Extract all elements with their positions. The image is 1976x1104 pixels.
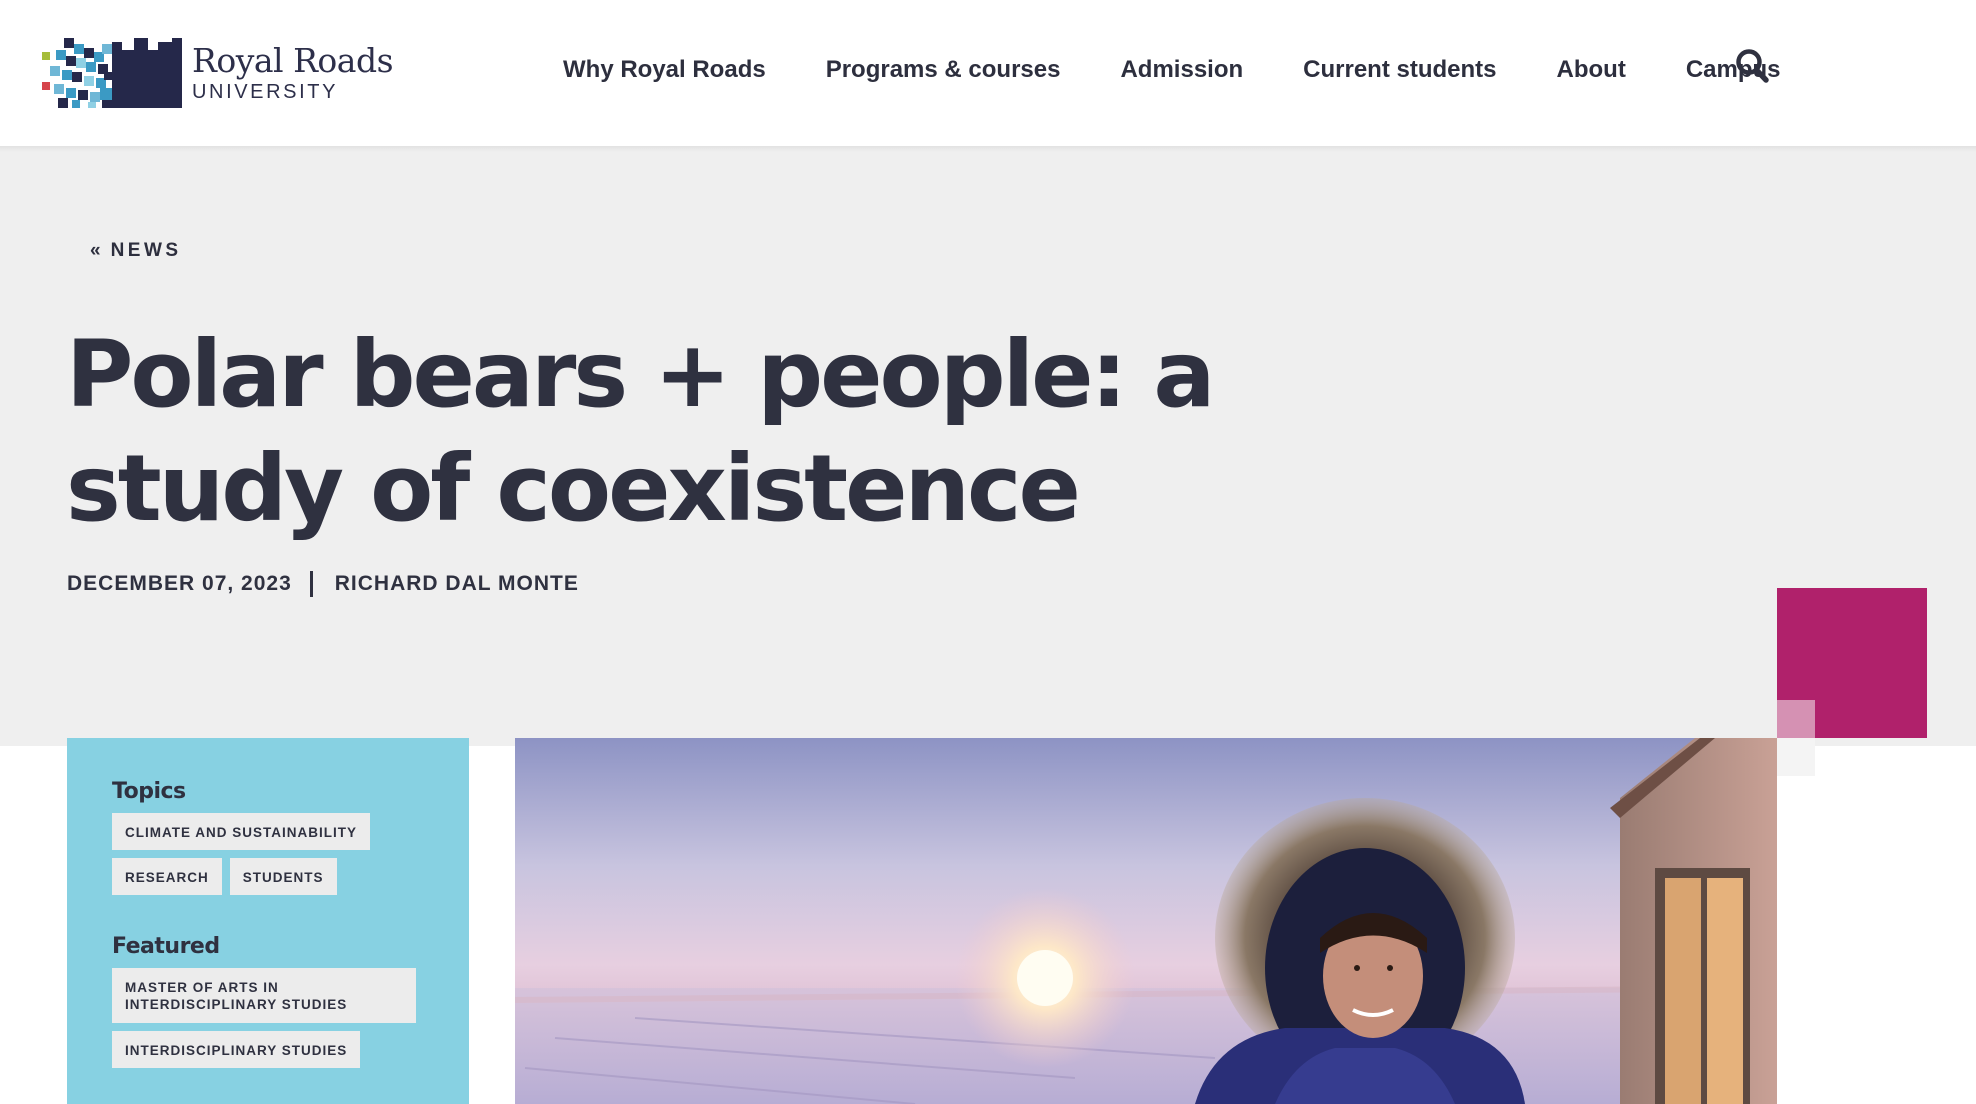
tag-interdisciplinary-studies[interactable]: INTERDISCIPLINARY STUDIES	[112, 1031, 361, 1068]
site-header: Royal Roads UNIVERSITY Why Royal Roads P…	[0, 0, 1976, 146]
tag-students[interactable]: STUDENTS	[229, 858, 337, 895]
logo-subtitle: UNIVERSITY	[192, 81, 339, 103]
nav-item-why-royal-roads[interactable]: Why Royal Roads	[563, 52, 766, 88]
nav-item-admission[interactable]: Admission	[1120, 52, 1243, 88]
search-icon	[1736, 49, 1769, 83]
hero-image-arctic-sunset	[515, 738, 1777, 1104]
tag-climate-and-sustainability[interactable]: CLIMATE AND SUSTAINABILITY	[112, 813, 370, 850]
back-link-label: NEWS	[110, 240, 182, 261]
tag-master-of-arts-interdisciplinary[interactable]: MASTER OF ARTS IN INTERDISCIPLINARY STUD…	[112, 968, 416, 1023]
logo-mark-icon	[42, 38, 182, 108]
topics-heading: Topics	[112, 779, 186, 804]
meta-divider	[309, 571, 313, 597]
article-date: DECEMBER 07, 2023	[67, 572, 292, 595]
page-title: Polar bears + people: a study of coexist…	[66, 321, 1215, 542]
logo-name: Royal Roads	[192, 41, 394, 80]
main-nav: Why Royal Roads Programs & courses Admis…	[563, 52, 1781, 88]
article-sidebar: Topics CLIMATE AND SUSTAINABILITY RESEAR…	[67, 738, 469, 1104]
featured-heading: Featured	[112, 934, 220, 959]
topics-section: Topics CLIMATE AND SUSTAINABILITY RESEAR…	[112, 778, 469, 895]
nav-item-programs-courses[interactable]: Programs & courses	[826, 52, 1061, 88]
decorative-square-pink	[1777, 700, 1815, 738]
search-button[interactable]	[1735, 48, 1769, 84]
featured-tag-list: MASTER OF ARTS IN INTERDISCIPLINARY STUD…	[112, 968, 432, 1068]
decorative-square-lighter	[1777, 738, 1815, 776]
nav-item-about[interactable]: About	[1557, 52, 1626, 88]
featured-section: Featured MASTER OF ARTS IN INTERDISCIPLI…	[112, 933, 469, 1068]
logo-text: Royal Roads UNIVERSITY	[192, 41, 394, 104]
tag-research[interactable]: RESEARCH	[112, 858, 222, 895]
nav-item-current-students[interactable]: Current students	[1303, 52, 1496, 88]
hero-image-graphic	[515, 738, 1777, 1104]
article-meta: DECEMBER 07, 2023 RICHARD DAL MONTE	[67, 571, 579, 597]
back-to-news-link[interactable]: « NEWS	[90, 240, 182, 262]
article-author: RICHARD DAL MONTE	[334, 572, 579, 595]
header-shadow	[0, 146, 1976, 152]
topics-tag-list: CLIMATE AND SUSTAINABILITY RESEARCH STUD…	[112, 813, 432, 895]
double-chevron-left-icon: «	[90, 240, 101, 261]
logo-link[interactable]: Royal Roads UNIVERSITY	[42, 38, 394, 108]
